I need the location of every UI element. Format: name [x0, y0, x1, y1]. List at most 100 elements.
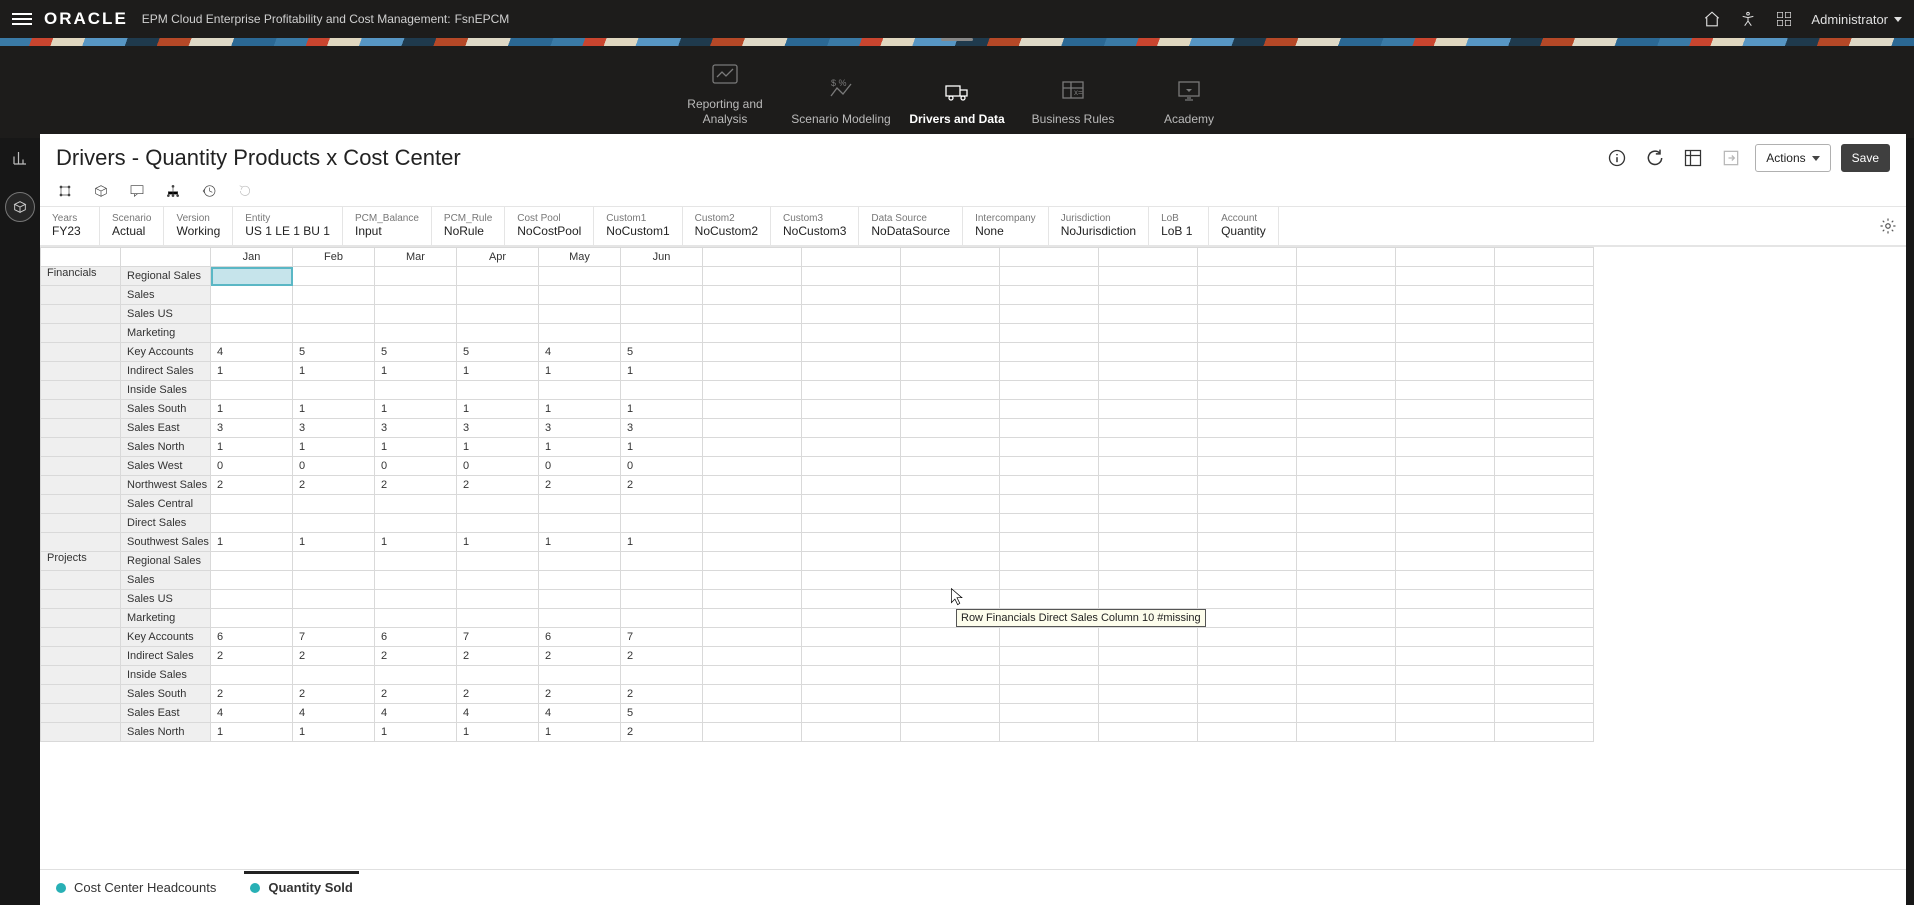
- column-header[interactable]: Feb: [293, 248, 375, 267]
- data-cell[interactable]: [375, 305, 457, 324]
- data-cell[interactable]: [1396, 419, 1495, 438]
- row-group[interactable]: [41, 324, 121, 343]
- data-cell[interactable]: [1000, 267, 1099, 286]
- data-cell[interactable]: [1396, 628, 1495, 647]
- data-cell[interactable]: 2: [211, 685, 293, 704]
- data-cell[interactable]: 1: [539, 362, 621, 381]
- pov-cell-pcm-balance[interactable]: PCM_BalanceInput: [343, 207, 432, 245]
- data-cell[interactable]: [1099, 476, 1198, 495]
- row-member[interactable]: Inside Sales: [121, 381, 211, 400]
- data-cell[interactable]: [621, 305, 703, 324]
- data-cell[interactable]: [375, 267, 457, 286]
- data-cell[interactable]: [1000, 647, 1099, 666]
- column-header-empty[interactable]: [802, 248, 901, 267]
- data-cell[interactable]: [293, 590, 375, 609]
- comment-icon[interactable]: [128, 182, 146, 200]
- data-cell[interactable]: 1: [211, 723, 293, 742]
- row-member[interactable]: Direct Sales: [121, 514, 211, 533]
- data-cell[interactable]: [621, 571, 703, 590]
- data-cell[interactable]: [293, 305, 375, 324]
- data-cell[interactable]: [539, 305, 621, 324]
- data-cell[interactable]: [1099, 381, 1198, 400]
- data-cell[interactable]: [1099, 723, 1198, 742]
- data-cell[interactable]: [1198, 476, 1297, 495]
- data-cell[interactable]: [1495, 324, 1594, 343]
- data-cell[interactable]: 2: [293, 685, 375, 704]
- data-cell[interactable]: [703, 704, 802, 723]
- data-cell[interactable]: [802, 704, 901, 723]
- data-cell[interactable]: [1000, 723, 1099, 742]
- data-cell[interactable]: [1495, 495, 1594, 514]
- data-cell[interactable]: [901, 590, 1000, 609]
- data-cell[interactable]: [1495, 685, 1594, 704]
- data-cell[interactable]: [1198, 400, 1297, 419]
- data-cell[interactable]: 5: [457, 343, 539, 362]
- data-cell[interactable]: [1495, 400, 1594, 419]
- data-cell[interactable]: 7: [621, 628, 703, 647]
- row-member[interactable]: Sales US: [121, 590, 211, 609]
- data-cell[interactable]: [293, 286, 375, 305]
- data-cell[interactable]: [1396, 609, 1495, 628]
- data-cell[interactable]: 1: [539, 438, 621, 457]
- data-cell[interactable]: [802, 343, 901, 362]
- row-member[interactable]: Indirect Sales: [121, 647, 211, 666]
- data-cell[interactable]: 1: [621, 362, 703, 381]
- save-button[interactable]: Save: [1841, 144, 1890, 172]
- row-group[interactable]: [41, 457, 121, 476]
- data-cell[interactable]: [1000, 419, 1099, 438]
- actions-button[interactable]: Actions: [1755, 144, 1830, 172]
- data-cell[interactable]: 0: [293, 457, 375, 476]
- data-cell[interactable]: [703, 324, 802, 343]
- data-cell[interactable]: [1297, 628, 1396, 647]
- data-cell[interactable]: 1: [457, 400, 539, 419]
- data-cell[interactable]: [375, 552, 457, 571]
- data-cell[interactable]: [1099, 495, 1198, 514]
- data-cell[interactable]: [1297, 533, 1396, 552]
- data-cell[interactable]: [457, 590, 539, 609]
- data-cell[interactable]: 0: [457, 457, 539, 476]
- data-cell[interactable]: [211, 552, 293, 571]
- data-cell[interactable]: 2: [457, 685, 539, 704]
- data-cell[interactable]: [1198, 305, 1297, 324]
- data-cell[interactable]: [1099, 590, 1198, 609]
- data-cell[interactable]: [621, 514, 703, 533]
- row-member[interactable]: Sales East: [121, 419, 211, 438]
- data-cell[interactable]: [901, 704, 1000, 723]
- data-cell[interactable]: 2: [375, 685, 457, 704]
- data-cell[interactable]: [901, 647, 1000, 666]
- data-cell[interactable]: [1000, 400, 1099, 419]
- user-menu[interactable]: Administrator: [1811, 12, 1902, 27]
- grid[interactable]: JanFebMarAprMayJun FinancialsRegional Sa…: [40, 246, 1906, 905]
- data-cell[interactable]: [1198, 514, 1297, 533]
- data-cell[interactable]: [802, 495, 901, 514]
- data-cell[interactable]: [1297, 305, 1396, 324]
- data-cell[interactable]: [1495, 286, 1594, 305]
- data-cell[interactable]: [1198, 267, 1297, 286]
- data-cell[interactable]: [703, 609, 802, 628]
- data-cell[interactable]: [703, 533, 802, 552]
- data-cell[interactable]: [1000, 476, 1099, 495]
- data-cell[interactable]: [1495, 647, 1594, 666]
- data-cell[interactable]: [901, 305, 1000, 324]
- data-cell[interactable]: [703, 514, 802, 533]
- column-header-empty[interactable]: [1099, 248, 1198, 267]
- data-cell[interactable]: 4: [457, 704, 539, 723]
- data-cell[interactable]: [457, 267, 539, 286]
- nav-item-scenario[interactable]: $ % Scenario Modeling: [783, 74, 899, 128]
- row-member[interactable]: Key Accounts: [121, 628, 211, 647]
- data-cell[interactable]: [703, 666, 802, 685]
- pov-cell-scenario[interactable]: ScenarioActual: [100, 207, 164, 245]
- data-cell[interactable]: [802, 533, 901, 552]
- data-cell[interactable]: 3: [621, 419, 703, 438]
- row-member[interactable]: Inside Sales: [121, 666, 211, 685]
- data-cell[interactable]: [1396, 305, 1495, 324]
- data-cell[interactable]: [1297, 685, 1396, 704]
- pov-cell-data-source[interactable]: Data SourceNoDataSource: [859, 207, 963, 245]
- data-cell[interactable]: 0: [621, 457, 703, 476]
- row-group[interactable]: [41, 571, 121, 590]
- row-member[interactable]: Sales: [121, 286, 211, 305]
- row-group[interactable]: [41, 419, 121, 438]
- data-cell[interactable]: [539, 381, 621, 400]
- data-cell[interactable]: 1: [293, 362, 375, 381]
- data-cell[interactable]: [1000, 685, 1099, 704]
